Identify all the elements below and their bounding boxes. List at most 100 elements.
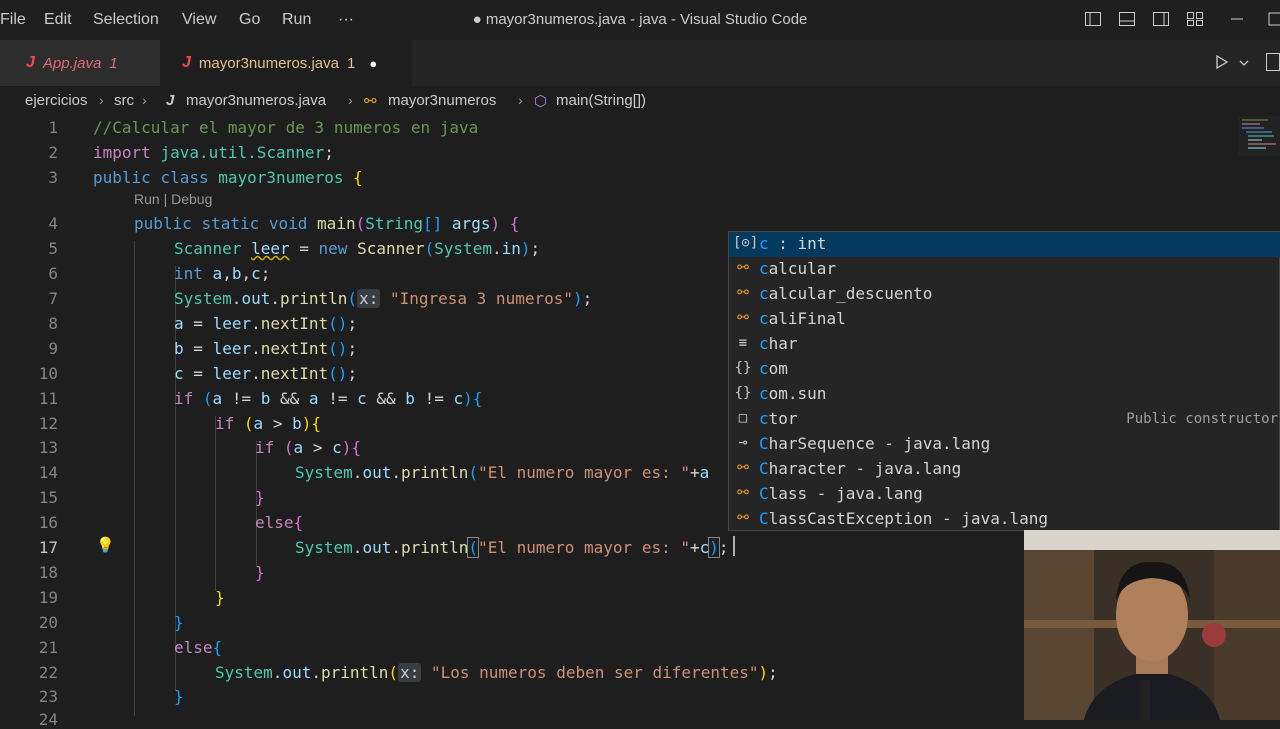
suggestion-detail: Public constructor	[1126, 411, 1278, 427]
variable-icon: [⊙]	[733, 235, 759, 251]
menu-edit[interactable]: Edit	[44, 11, 72, 29]
line-number: 23	[38, 687, 58, 706]
breadcrumb-class[interactable]: mayor3numeros	[388, 92, 496, 109]
line-number: 18	[38, 563, 58, 582]
chevron-right-icon: ›	[348, 92, 353, 108]
suggestion-item[interactable]: □ ctor Public constructor	[729, 407, 1280, 432]
module-icon: {}	[734, 385, 752, 401]
tab-label: App.java	[42, 54, 102, 72]
menu-more[interactable]: ···	[338, 11, 354, 29]
line-number: 7	[48, 289, 58, 308]
code-line: }	[174, 687, 184, 706]
unsaved-dot-icon[interactable]: ●	[369, 56, 377, 71]
parameter-hint: x:	[357, 289, 381, 308]
code-line: if (a > b){	[215, 414, 322, 433]
code-line: System.out.println(x: "Los numeros deben…	[215, 663, 778, 682]
line-number: 4	[48, 214, 58, 233]
code-line: if (a != b && a != c && b != c){	[174, 389, 483, 408]
lightbulb-icon[interactable]: 💡	[96, 536, 115, 554]
breadcrumb-file[interactable]: mayor3numeros.java	[186, 92, 326, 109]
class-icon: ⚯	[737, 460, 749, 476]
suggestion-item[interactable]: [⊙] c : int	[729, 232, 1280, 257]
line-number: 20	[38, 613, 58, 632]
class-symbol-icon: ⚯	[364, 93, 377, 110]
line-number: 15	[38, 488, 58, 507]
code-line: }	[255, 563, 265, 582]
parameter-hint: x:	[398, 663, 422, 682]
class-icon: ⚯	[737, 260, 749, 276]
breadcrumb-src[interactable]: src	[114, 92, 134, 109]
title-bar: File Edit Selection View Go Run ··· ● ma…	[0, 0, 1280, 40]
breadcrumb-folder[interactable]: ejercicios	[25, 92, 88, 109]
toggle-secondary-sidebar-icon[interactable]	[1152, 10, 1170, 28]
code-line: }	[215, 588, 225, 607]
suggestion-item[interactable]: {} com	[729, 357, 1280, 382]
suggestion-item[interactable]: ⚯ Class - java.lang	[729, 482, 1280, 507]
line-number: 9	[48, 339, 58, 358]
toggle-primary-sidebar-icon[interactable]	[1084, 10, 1102, 28]
chevron-down-icon[interactable]	[1238, 58, 1250, 68]
window-title: ● mayor3numeros.java - java - Visual Stu…	[472, 11, 808, 28]
code-line: import java.util.Scanner;	[93, 143, 334, 162]
line-number: 6	[48, 264, 58, 283]
code-line: }	[174, 613, 184, 632]
editor-tab-bar: J App.java 1 J mayor3numeros.java 1 ●	[0, 40, 1280, 86]
suggestion-item[interactable]: ⚯ calcular	[729, 257, 1280, 282]
java-file-icon: J	[182, 54, 191, 71]
code-line-current: System.out.println("El numero mayor es: …	[295, 537, 729, 558]
module-icon: {}	[734, 360, 752, 376]
tab-mayor3numeros-java[interactable]: J mayor3numeros.java 1 ●	[160, 40, 412, 86]
code-line: public class mayor3numeros {	[93, 168, 363, 187]
java-file-icon: J	[26, 54, 35, 71]
customize-layout-icon[interactable]	[1186, 10, 1204, 28]
suggestion-item[interactable]: ⚯ ClassCastException - java.lang	[729, 507, 1280, 532]
code-line: else{	[174, 638, 223, 657]
tab-app-java[interactable]: J App.java 1	[0, 40, 160, 86]
toggle-panel-icon[interactable]	[1118, 10, 1136, 28]
code-line: else{	[255, 513, 304, 532]
minimap[interactable]	[1238, 116, 1280, 156]
webcam-overlay	[1024, 530, 1280, 720]
autocomplete-suggestions: [⊙] c : int ⚯ calcular ⚯ calcular_descue…	[728, 231, 1280, 531]
code-line: a = leer.nextInt();	[174, 314, 358, 333]
menu-file[interactable]: File	[0, 11, 26, 29]
indent-guide	[215, 416, 216, 591]
line-number: 1	[48, 118, 58, 137]
menu-selection[interactable]: Selection	[93, 11, 159, 29]
line-number: 14	[38, 463, 58, 482]
suggestion-item[interactable]: ≡ char	[729, 332, 1280, 357]
suggestion-item[interactable]: {} com.sun	[729, 382, 1280, 407]
menu-go[interactable]: Go	[239, 11, 260, 29]
line-number: 16	[38, 513, 58, 532]
line-number: 22	[38, 663, 58, 682]
line-number: 3	[48, 168, 58, 187]
suggestion-item[interactable]: ⚯ calcular_descuento	[729, 282, 1280, 307]
code-line: //Calcular el mayor de 3 numeros en java	[93, 118, 479, 137]
chevron-right-icon: ›	[142, 92, 147, 108]
breadcrumb-method[interactable]: main(String[])	[556, 92, 646, 109]
class-icon: ⚯	[737, 485, 749, 501]
indent-guide	[134, 241, 135, 716]
code-line: Scanner leer = new Scanner(System.in);	[174, 239, 541, 258]
line-number: 2	[48, 143, 58, 162]
minimize-icon[interactable]	[1228, 10, 1246, 28]
tab-label: mayor3numeros.java	[198, 54, 339, 72]
breadcrumb: ejercicios › src › J mayor3numeros.java …	[0, 86, 1280, 116]
menu-view[interactable]: View	[182, 11, 216, 29]
split-editor-icon[interactable]	[1266, 53, 1280, 71]
keyword-icon: ≡	[738, 335, 748, 351]
suggestion-item[interactable]: ⚯ Character - java.lang	[729, 457, 1280, 482]
presenter-video	[1024, 530, 1280, 720]
code-line: if (a > c){	[255, 438, 362, 457]
menu-run[interactable]: Run	[282, 11, 311, 29]
line-number: 17	[38, 538, 58, 557]
line-number: 5	[48, 239, 58, 258]
run-debug-codelens[interactable]: Run | Debug	[134, 191, 212, 207]
line-number: 12	[38, 414, 58, 433]
chevron-right-icon: ›	[518, 92, 523, 108]
suggestion-item[interactable]: ⚯ caliFinal	[729, 307, 1280, 332]
maximize-icon[interactable]	[1266, 10, 1280, 28]
suggestion-item[interactable]: ⊸ CharSequence - java.lang	[729, 432, 1280, 457]
run-play-icon[interactable]	[1214, 54, 1230, 70]
code-line: c = leer.nextInt();	[174, 364, 358, 383]
